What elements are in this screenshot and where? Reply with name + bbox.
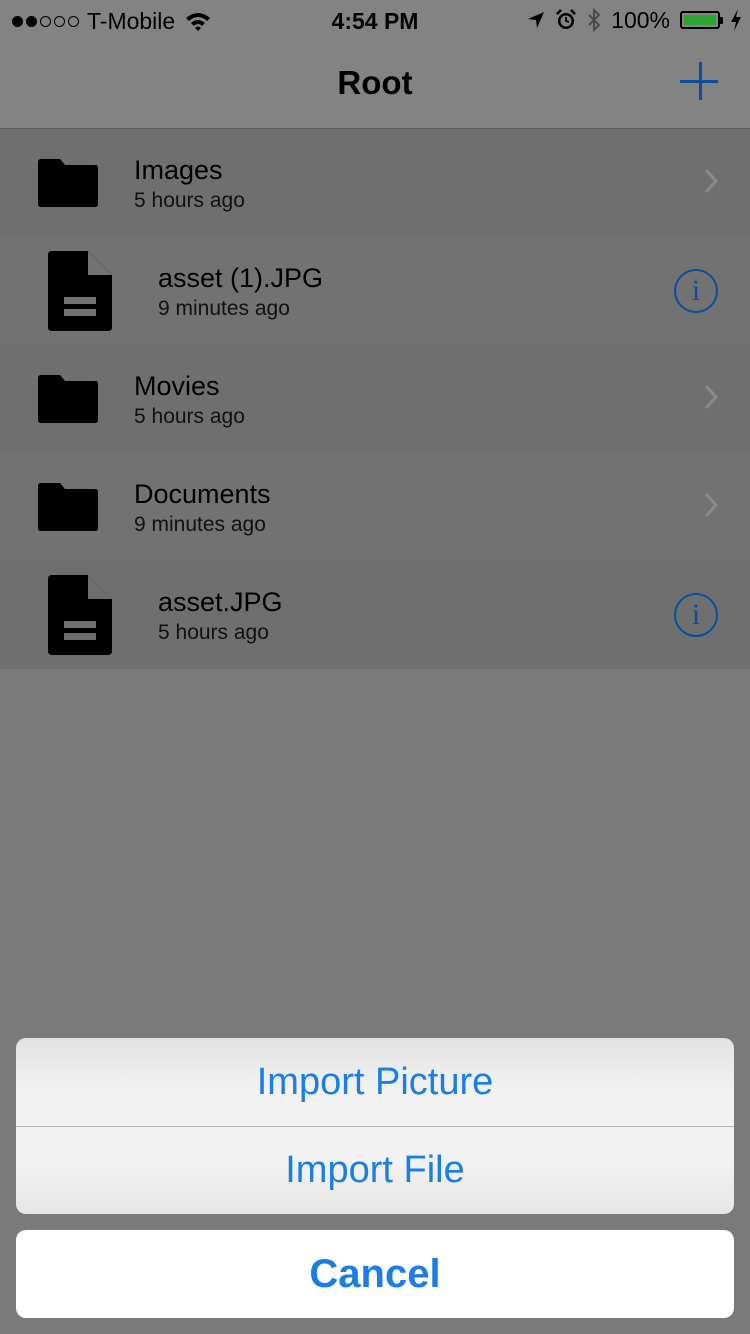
item-modified: 9 minutes ago: [134, 513, 266, 536]
chevron-right-icon: [704, 168, 718, 194]
status-bar-right: 100%: [527, 6, 742, 34]
document-icon: [48, 251, 112, 331]
document-icon: [48, 575, 112, 655]
folder-icon: [38, 159, 98, 207]
item-name: Images: [134, 155, 223, 185]
bluetooth-icon: [588, 8, 601, 32]
location-arrow-icon: [528, 12, 545, 28]
info-icon[interactable]: i: [674, 593, 718, 637]
status-bar: T-Mobile 4:54 PM 100%: [0, 0, 750, 40]
file-list: Images 5 hours ago asset (1).JPG 9 minut…: [0, 129, 750, 669]
page-title: Root: [337, 64, 413, 101]
list-item-folder[interactable]: Images 5 hours ago: [0, 129, 750, 237]
item-modified: 9 minutes ago: [158, 297, 290, 320]
folder-icon: [38, 375, 98, 423]
action-sheet-options: Import Picture Import File: [16, 1038, 734, 1214]
battery-icon: [680, 11, 723, 29]
battery-level: [684, 15, 716, 25]
cancel-button[interactable]: Cancel: [16, 1230, 734, 1318]
info-icon[interactable]: i: [674, 269, 718, 313]
item-modified: 5 hours ago: [134, 189, 245, 212]
list-item-file[interactable]: asset.JPG 5 hours ago i: [0, 561, 750, 669]
charging-bolt-icon: [731, 9, 741, 31]
item-name: Documents: [134, 479, 271, 509]
import-file-button[interactable]: Import File: [16, 1126, 734, 1214]
list-item-file[interactable]: asset (1).JPG 9 minutes ago i: [0, 237, 750, 345]
alarm-clock-icon: [556, 9, 577, 29]
chevron-right-icon: [704, 384, 718, 410]
folder-icon: [38, 483, 98, 531]
list-item-folder[interactable]: Documents 9 minutes ago: [0, 453, 750, 561]
item-name: asset (1).JPG: [158, 263, 324, 293]
item-modified: 5 hours ago: [134, 405, 245, 428]
item-name: Movies: [134, 371, 220, 401]
item-modified: 5 hours ago: [158, 621, 269, 644]
item-name: asset.JPG: [158, 587, 283, 617]
chevron-right-icon: [704, 492, 718, 518]
battery-percent: 100%: [611, 6, 670, 33]
list-item-folder[interactable]: Movies 5 hours ago: [0, 345, 750, 453]
plus-icon[interactable]: [678, 60, 722, 104]
navigation-bar: Root: [0, 40, 750, 129]
import-picture-button[interactable]: Import Picture: [16, 1038, 734, 1126]
